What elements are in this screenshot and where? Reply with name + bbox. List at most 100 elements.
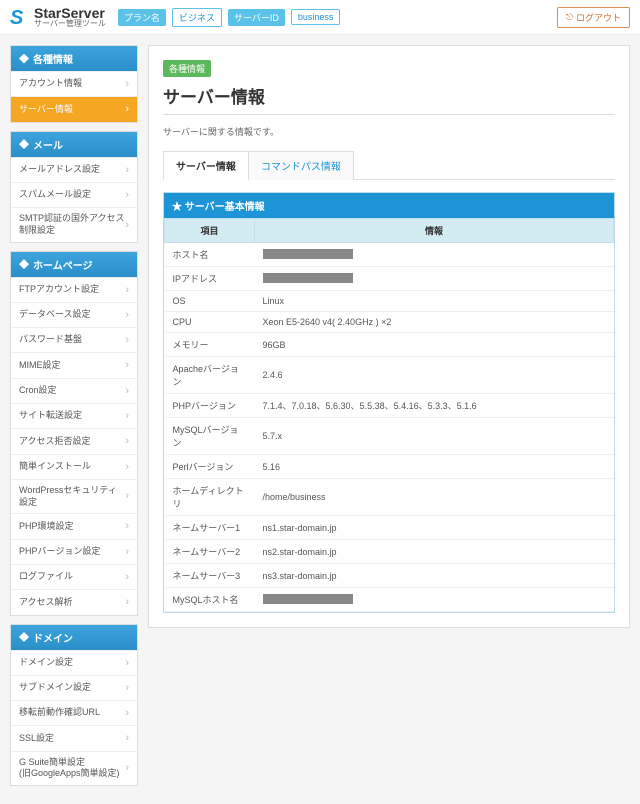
cell-value: 7.1.4、7.0.18、5.6.30、5.5.38、5.4.16、5.3.3、… — [255, 394, 614, 418]
sidebar-item-label: PHPバージョン設定 — [19, 546, 100, 558]
sidebar-item[interactable]: ログファイル — [11, 564, 137, 589]
info-panel: サーバー基本情報 項目 情報 ホスト名IPアドレスOSLinuxCPUXeon … — [163, 192, 615, 613]
table-row: Perlバージョン5.16 — [165, 455, 614, 479]
logout-button[interactable]: ⎋ ログアウト — [557, 7, 630, 28]
cell-value — [255, 243, 614, 267]
cell-value: /home/business — [255, 479, 614, 516]
category-badge: 各種情報 — [163, 60, 211, 77]
sidebar-item[interactable]: アカウント情報 — [11, 71, 137, 96]
brand-name: StarServer — [34, 6, 106, 20]
sidebar-header: メール — [11, 132, 137, 157]
cell-value: 5.7.x — [255, 418, 614, 455]
table-row: OSLinux — [165, 291, 614, 312]
table-row: CPUXeon E5-2640 v4( 2.40GHz ) ×2 — [165, 312, 614, 333]
sidebar-item[interactable]: PHPバージョン設定 — [11, 539, 137, 564]
sidebar-item[interactable]: サイト転送設定 — [11, 403, 137, 428]
sidebar-section: 各種情報アカウント情報サーバー情報 — [10, 45, 138, 123]
sidebar-item-label: スパムメール設定 — [19, 189, 91, 201]
page-title: サーバー情報 — [163, 83, 615, 108]
tag-label: サーバーID — [228, 9, 285, 26]
sidebar-item[interactable]: サブドメイン設定 — [11, 675, 137, 700]
brand-sub: サーバー管理ツール — [34, 20, 106, 28]
sidebar-item[interactable]: Cron設定 — [11, 378, 137, 403]
sidebar-item-label: SMTP認証の国外アクセス制限設定 — [19, 213, 125, 236]
table-row: PHPバージョン7.1.4、7.0.18、5.6.30、5.5.38、5.4.1… — [165, 394, 614, 418]
sidebar-item-label: ドメイン設定 — [19, 657, 73, 669]
sidebar-item-label: アクセス解析 — [19, 597, 73, 609]
sidebar-item[interactable]: アクセス拒否設定 — [11, 428, 137, 453]
sidebar-item-label: サブドメイン設定 — [19, 682, 91, 694]
tabs: サーバー情報コマンドパス情報 — [163, 150, 615, 180]
sidebar: 各種情報アカウント情報サーバー情報メールメールアドレス設定スパムメール設定SMT… — [10, 45, 138, 794]
header: S StarServer サーバー管理ツール プラン名ビジネスサーバーID bus… — [0, 0, 640, 35]
tag-value: ビジネス — [172, 8, 222, 27]
sidebar-item[interactable]: メールアドレス設定 — [11, 157, 137, 182]
redacted-value — [263, 249, 353, 259]
sidebar-item-label: アクセス拒否設定 — [19, 436, 91, 448]
cell-key: OS — [165, 291, 255, 312]
sidebar-item-label: サーバー情報 — [19, 104, 73, 116]
sidebar-section: ドメインドメイン設定サブドメイン設定移転前動作確認URL SSL設定 G Suite… — [10, 624, 138, 787]
sidebar-item[interactable]: アクセス解析 — [11, 589, 137, 614]
sidebar-item-label: Cron設定 — [19, 385, 57, 397]
sidebar-item[interactable]: パスワード基盤 — [11, 327, 137, 352]
sidebar-header: ドメイン — [11, 625, 137, 650]
table-row: ホスト名 — [165, 243, 614, 267]
tab[interactable]: サーバー情報 — [163, 151, 249, 180]
cell-key: Apacheバージョン — [165, 357, 255, 394]
cell-key: メモリー — [165, 333, 255, 357]
logo[interactable]: S StarServer サーバー管理ツール — [10, 6, 106, 28]
cell-key: ネームサーバー3 — [165, 564, 255, 588]
sidebar-item[interactable]: 移転前動作確認URL — [11, 700, 137, 725]
sidebar-item-label: G Suite簡単設定 (旧GoogleApps簡単設定) — [19, 757, 120, 780]
cell-value — [255, 588, 614, 612]
logout-icon: ⎋ — [566, 12, 573, 23]
sidebar-item[interactable]: サーバー情報 — [11, 96, 137, 121]
table-row: ネームサーバー2ns2.star-domain.jp — [165, 540, 614, 564]
divider — [163, 114, 615, 115]
cell-key: ネームサーバー2 — [165, 540, 255, 564]
sidebar-item-label: PHP環境設定 — [19, 521, 74, 533]
sidebar-item[interactable]: SSL設定 — [11, 725, 137, 750]
col-value: 情報 — [255, 219, 614, 243]
sidebar-item[interactable]: ドメイン設定 — [11, 650, 137, 675]
table-row: メモリー96GB — [165, 333, 614, 357]
cell-value: 96GB — [255, 333, 614, 357]
cell-value: 2.4.6 — [255, 357, 614, 394]
cell-key: IPアドレス — [165, 267, 255, 291]
sidebar-item[interactable]: SMTP認証の国外アクセス制限設定 — [11, 207, 137, 241]
tag-label: プラン名 — [118, 9, 166, 26]
server-info-table: 項目 情報 ホスト名IPアドレスOSLinuxCPUXeon E5-2640 v… — [164, 218, 614, 612]
cell-key: MySQLホスト名 — [165, 588, 255, 612]
sidebar-item-label: MIME設定 — [19, 360, 61, 372]
page-description: サーバーに関する情報です。 — [163, 125, 615, 138]
sidebar-item-label: SSL設定 — [19, 733, 54, 745]
table-row: ネームサーバー3ns3.star-domain.jp — [165, 564, 614, 588]
cell-value: Xeon E5-2640 v4( 2.40GHz ) ×2 — [255, 312, 614, 333]
cell-value: Linux — [255, 291, 614, 312]
header-tags: プラン名ビジネスサーバーID business — [118, 8, 340, 27]
sidebar-section: ホームページFTPアカウント設定データベース設定パスワード基盤 MIME設定 Cro… — [10, 251, 138, 616]
sidebar-item[interactable]: MIME設定 — [11, 352, 137, 377]
sidebar-item[interactable]: データベース設定 — [11, 302, 137, 327]
sidebar-item[interactable]: WordPressセキュリティ設定 — [11, 479, 137, 513]
cell-key: PHPバージョン — [165, 394, 255, 418]
table-row: MySQLバージョン5.7.x — [165, 418, 614, 455]
sidebar-header: ホームページ — [11, 252, 137, 277]
cell-value — [255, 267, 614, 291]
tab[interactable]: コマンドパス情報 — [248, 151, 354, 180]
cell-value: ns3.star-domain.jp — [255, 564, 614, 588]
sidebar-item[interactable]: スパムメール設定 — [11, 182, 137, 207]
sidebar-item[interactable]: G Suite簡単設定 (旧GoogleApps簡単設定) — [11, 751, 137, 785]
sidebar-item[interactable]: 簡単インストール — [11, 454, 137, 479]
cell-key: ネームサーバー1 — [165, 516, 255, 540]
cell-key: ホスト名 — [165, 243, 255, 267]
cell-value: ns1.star-domain.jp — [255, 516, 614, 540]
logout-label: ログアウト — [576, 11, 621, 24]
logo-icon: S — [10, 7, 30, 27]
sidebar-item[interactable]: PHP環境設定 — [11, 513, 137, 538]
sidebar-item[interactable]: FTPアカウント設定 — [11, 277, 137, 302]
tag-value: business — [291, 9, 341, 25]
sidebar-item-label: メールアドレス設定 — [19, 164, 100, 176]
table-row: ネームサーバー1ns1.star-domain.jp — [165, 516, 614, 540]
